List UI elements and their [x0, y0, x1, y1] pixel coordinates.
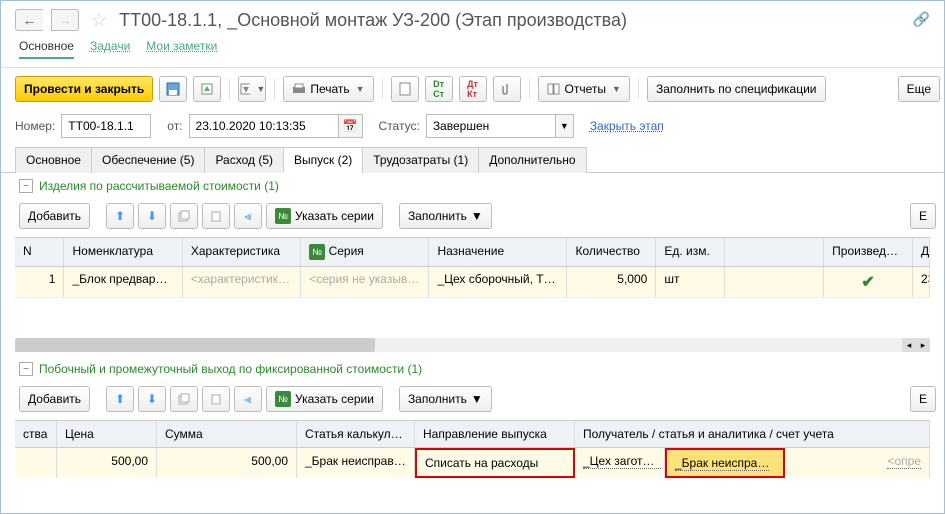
col-blank — [725, 238, 824, 266]
table-row[interactable]: 500,00 500,00 _Брак неисправи… Списать н… — [15, 448, 930, 478]
move-down-button[interactable]: ⬇ — [138, 203, 166, 229]
col-date: Дата п — [913, 238, 930, 266]
attach-button[interactable] — [493, 76, 521, 102]
section2-title: Побочный и промежуточный выход по фиксир… — [39, 362, 422, 376]
col-n: N — [15, 238, 64, 266]
move-down-button-2[interactable]: ⬇ — [138, 386, 166, 412]
more-button[interactable]: Еще — [898, 76, 940, 102]
col-nom: Номенклатура — [64, 238, 182, 266]
fill-button-2[interactable]: Заполнить▼ — [399, 386, 492, 412]
toptab-notes[interactable]: Мои заметки — [146, 39, 217, 59]
share-button[interactable]: ⪡ — [234, 203, 262, 229]
post-button[interactable] — [193, 76, 221, 102]
tab-additional[interactable]: Дополнительно — [478, 147, 586, 173]
toptab-main[interactable]: Основное — [19, 39, 74, 59]
col2-c0: ства — [15, 421, 57, 447]
status-dropdown-icon[interactable]: ▼ — [556, 114, 574, 138]
col-ser: № Серия — [301, 238, 429, 266]
col2-recv: Получатель / статья и аналитика / счет у… — [575, 421, 930, 447]
paste-button-2[interactable] — [202, 386, 230, 412]
link-icon[interactable]: 🔗 — [913, 11, 930, 28]
collapse-icon[interactable]: − — [19, 362, 33, 376]
tab-expense[interactable]: Расход (5) — [204, 147, 284, 173]
col-char: Характеристика — [183, 238, 301, 266]
star-icon[interactable]: ☆ — [91, 10, 107, 31]
col-prod: Произведено — [824, 238, 913, 266]
copy-button[interactable] — [170, 203, 198, 229]
fill-by-spec-button[interactable]: Заполнить по спецификации — [647, 76, 826, 102]
section1-title: Изделия по рассчитываемой стоимости (1) — [39, 179, 279, 193]
reports-button[interactable]: Отчеты▼ — [538, 76, 630, 102]
produced-check-icon: ✔ — [824, 267, 913, 297]
from-label: от: — [167, 119, 182, 133]
recipient-cell-highlighted[interactable]: _Брак неиспра… — [665, 448, 785, 478]
add-button[interactable]: Добавить — [19, 203, 90, 229]
post-and-close-button[interactable]: Провести и закрыть — [15, 76, 153, 102]
col2-sum: Сумма — [157, 421, 297, 447]
series-icon: № — [275, 391, 291, 407]
col2-calc: Статья калькуля… — [297, 421, 415, 447]
print-button[interactable]: Печать▼ — [283, 76, 373, 102]
svg-text:▾: ▾ — [243, 82, 249, 96]
toptab-tasks[interactable]: Задачи — [90, 39, 130, 59]
calendar-icon[interactable]: 📅 — [339, 114, 363, 138]
fill-button[interactable]: Заполнить▼ — [399, 203, 492, 229]
date-field[interactable]: 23.10.2020 10:13:35 — [189, 114, 339, 138]
more2-button-2[interactable]: Е — [910, 386, 936, 412]
status-field[interactable]: Завершен — [426, 114, 556, 138]
save-button[interactable] — [159, 76, 187, 102]
tab-supply[interactable]: Обеспечение (5) — [91, 147, 205, 173]
horizontal-scrollbar[interactable]: ◂ ▸ — [15, 338, 930, 352]
add-button-2[interactable]: Добавить — [19, 386, 90, 412]
set-series-button[interactable]: №Указать серии — [266, 203, 383, 229]
copy-button-2[interactable] — [170, 386, 198, 412]
tab-labor[interactable]: Трудозатраты (1) — [362, 147, 479, 173]
nav-back-button[interactable]: ← — [15, 9, 43, 31]
paste-button[interactable] — [202, 203, 230, 229]
series-icon: № — [275, 208, 291, 224]
move-up-button-2[interactable]: ⬆ — [106, 386, 134, 412]
col-qty: Количество — [567, 238, 656, 266]
status-label: Статус: — [379, 119, 420, 133]
number-label: Номер: — [15, 119, 55, 133]
col-uom: Ед. изм. — [656, 238, 725, 266]
table-row[interactable]: 1 _Блок предварит… <характеристики… <сер… — [15, 267, 930, 298]
set-series-button-2[interactable]: №Указать серии — [266, 386, 383, 412]
nav-forward-button[interactable]: → — [51, 9, 79, 31]
collapse-icon[interactable]: − — [19, 179, 33, 193]
number-field[interactable]: ТТ00-18.1.1 — [61, 114, 151, 138]
close-stage-link[interactable]: Закрыть этап — [590, 119, 664, 133]
dtcr-button[interactable]: DтCт — [425, 76, 453, 102]
move-up-button[interactable]: ⬆ — [106, 203, 134, 229]
tab-output[interactable]: Выпуск (2) — [283, 147, 363, 173]
col2-price: Цена — [57, 421, 157, 447]
col2-dir: Направление выпуска — [415, 421, 575, 447]
dtkt-button[interactable]: ДтКт — [459, 76, 487, 102]
create-based-on-button[interactable]: ▾▼ — [238, 76, 266, 102]
more2-button[interactable]: Е — [910, 203, 936, 229]
page-title: ТТ00-18.1.1, _Основной монтаж УЗ-200 (Эт… — [119, 10, 627, 31]
col-dest: Назначение — [429, 238, 567, 266]
tab-main[interactable]: Основное — [15, 147, 92, 173]
direction-cell-highlighted[interactable]: Списать на расходы — [415, 448, 575, 478]
share-button-2[interactable]: ⪡ — [234, 386, 262, 412]
doc-button[interactable] — [391, 76, 419, 102]
